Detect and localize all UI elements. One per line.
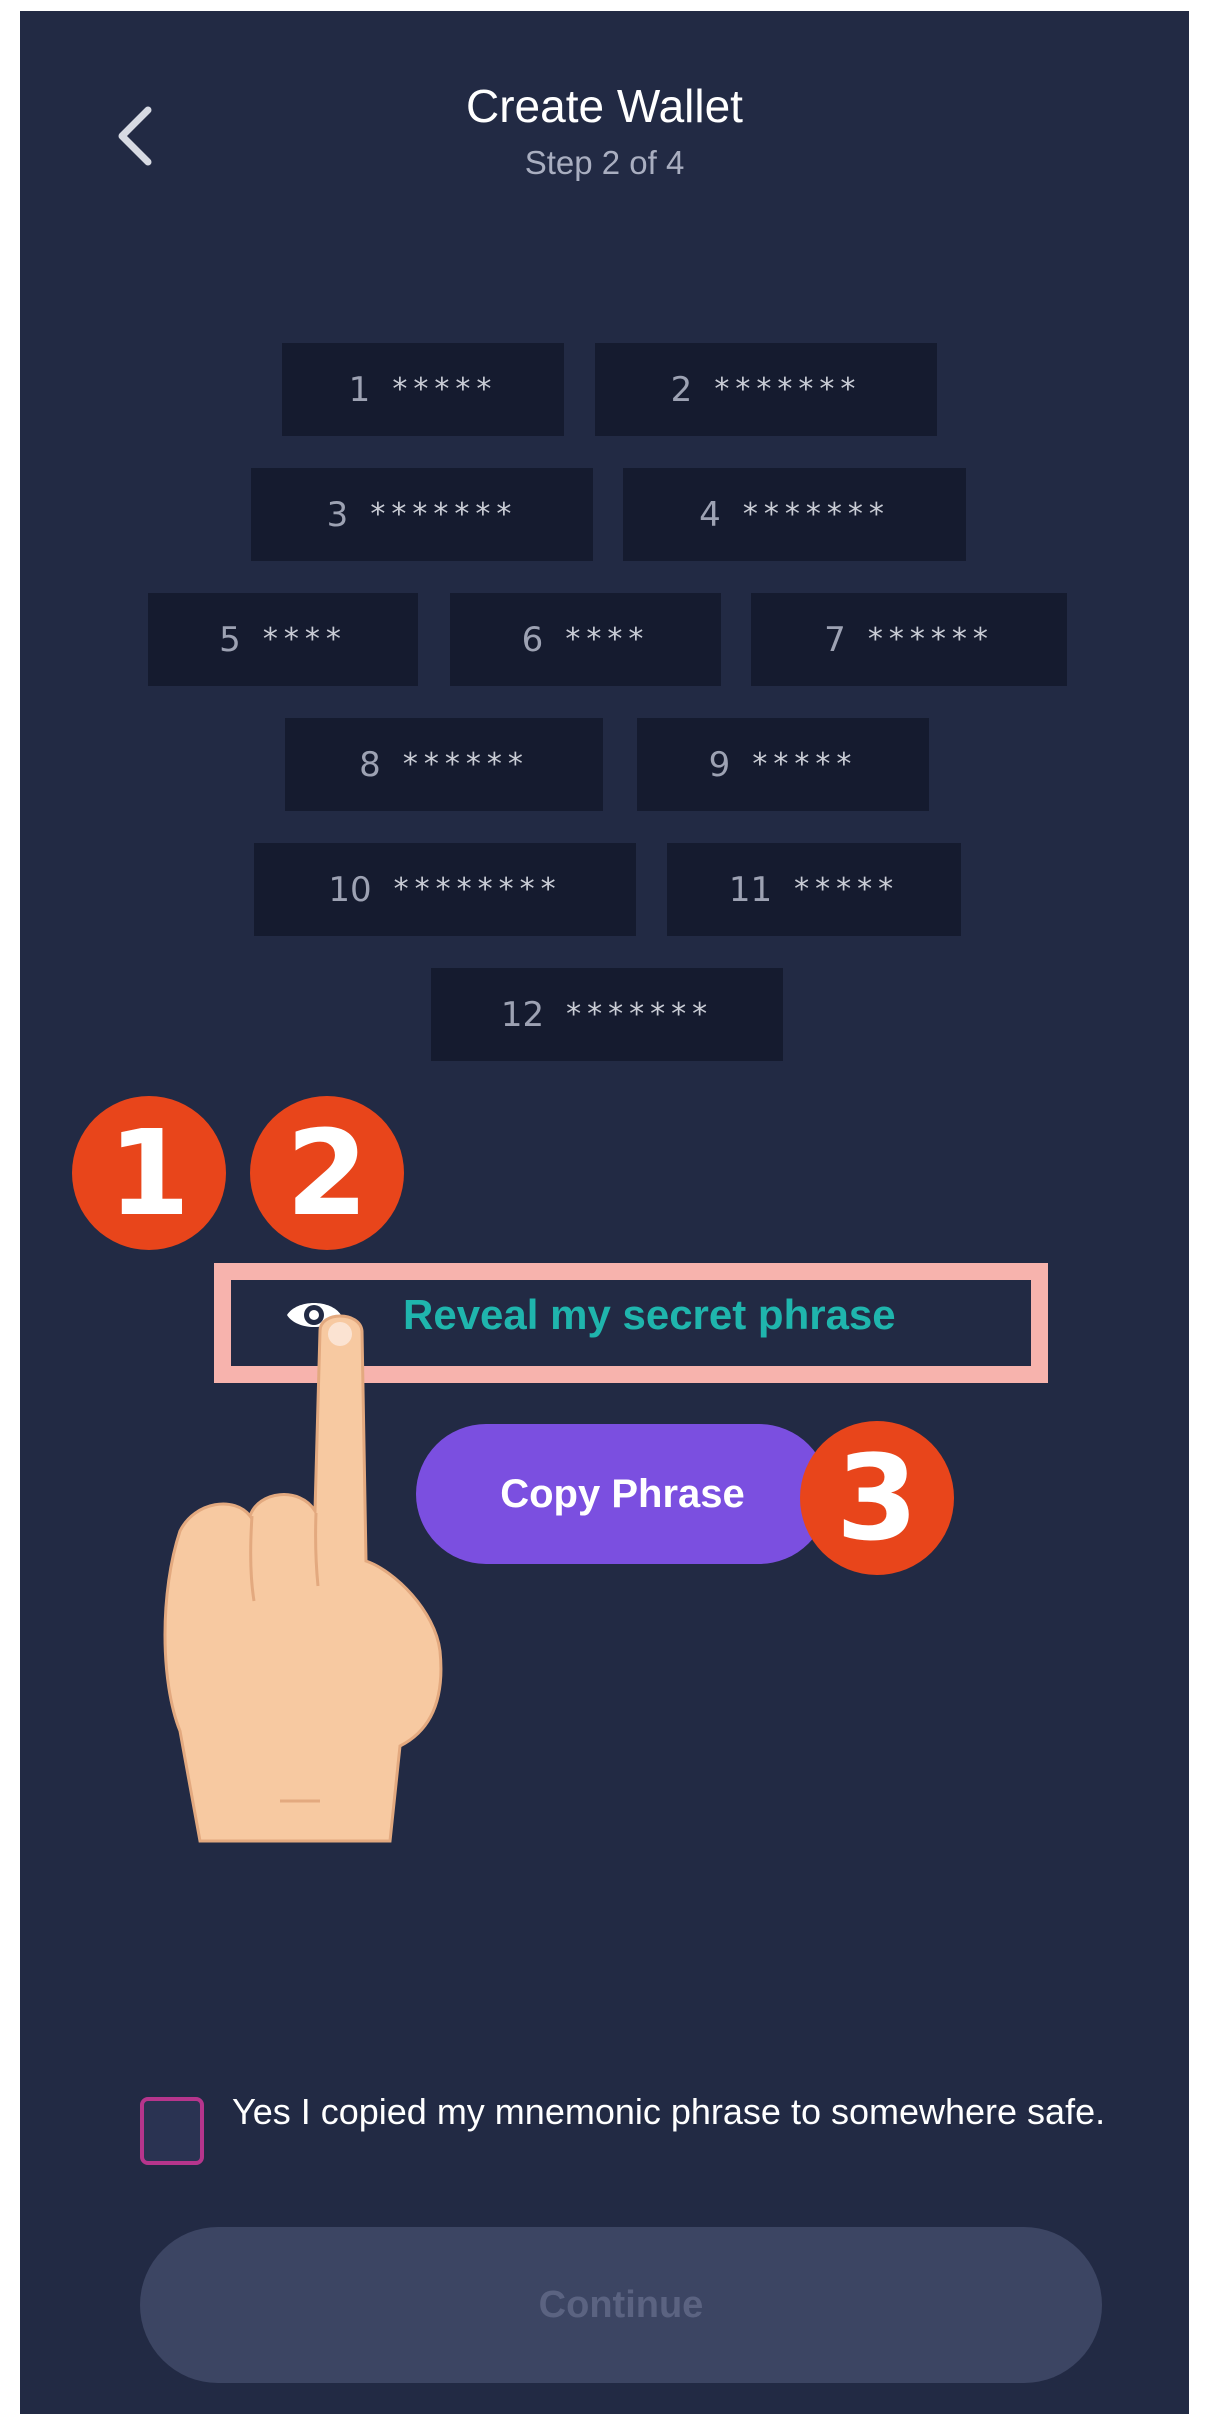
word-number: 12 bbox=[500, 994, 545, 1035]
continue-button[interactable]: Continue bbox=[140, 2227, 1102, 2383]
word-mask: ******* bbox=[714, 372, 862, 407]
word-number: 8 bbox=[359, 744, 381, 785]
word-mask: ******* bbox=[370, 497, 518, 532]
word-mask: ******** bbox=[393, 872, 562, 907]
word-mask: ****** bbox=[402, 747, 529, 782]
confirm-label: Yes I copied my mnemonic phrase to somew… bbox=[232, 2091, 1106, 2132]
word-number: 7 bbox=[824, 619, 846, 660]
word-number: 1 bbox=[348, 369, 371, 410]
word-chip: 10 ******** bbox=[254, 843, 636, 936]
word-chip: 5 **** bbox=[148, 593, 418, 686]
word-chip: 6 **** bbox=[450, 593, 721, 686]
word-number: 11 bbox=[728, 869, 773, 910]
step-badge-1: 1 bbox=[72, 1096, 226, 1250]
word-chip: 11 ***** bbox=[667, 843, 961, 936]
word-mask: **** bbox=[565, 622, 650, 657]
copy-phrase-button[interactable]: Copy Phrase bbox=[416, 1424, 829, 1564]
word-number: 10 bbox=[328, 869, 372, 910]
word-mask: ***** bbox=[794, 872, 900, 907]
word-number: 5 bbox=[219, 619, 241, 660]
word-number: 9 bbox=[708, 744, 731, 785]
word-chip: 8 ****** bbox=[285, 718, 603, 811]
pointing-hand-icon bbox=[163, 1314, 443, 1843]
word-chip: 7 ****** bbox=[751, 593, 1067, 686]
word-chip: 9 ***** bbox=[637, 718, 929, 811]
app-screen: Create Wallet Step 2 of 4 1 ***** 2 ****… bbox=[20, 11, 1189, 2414]
word-number: 4 bbox=[699, 494, 721, 535]
step-indicator: Step 2 of 4 bbox=[524, 144, 685, 181]
reveal-phrase-label: Reveal my secret phrase bbox=[403, 1291, 896, 1338]
word-chip: 3 ******* bbox=[251, 468, 593, 561]
word-mask: ****** bbox=[867, 622, 994, 657]
page-title: Create Wallet bbox=[466, 80, 743, 132]
word-mask: ***** bbox=[392, 372, 498, 407]
confirm-checkbox[interactable] bbox=[140, 2097, 204, 2165]
word-number: 2 bbox=[670, 369, 693, 410]
step-badge-3: 3 bbox=[800, 1421, 954, 1575]
word-mask: ***** bbox=[752, 747, 858, 782]
word-number: 6 bbox=[521, 619, 544, 660]
word-mask: ******* bbox=[566, 997, 714, 1032]
word-mask: ******* bbox=[742, 497, 890, 532]
word-mask: **** bbox=[262, 622, 347, 657]
word-number: 3 bbox=[326, 494, 349, 535]
word-chip: 4 ******* bbox=[623, 468, 966, 561]
step-badge-2: 2 bbox=[250, 1096, 404, 1250]
word-chip: 1 ***** bbox=[282, 343, 564, 436]
word-chip: 2 ******* bbox=[595, 343, 937, 436]
word-chip: 12 ******* bbox=[431, 968, 783, 1061]
